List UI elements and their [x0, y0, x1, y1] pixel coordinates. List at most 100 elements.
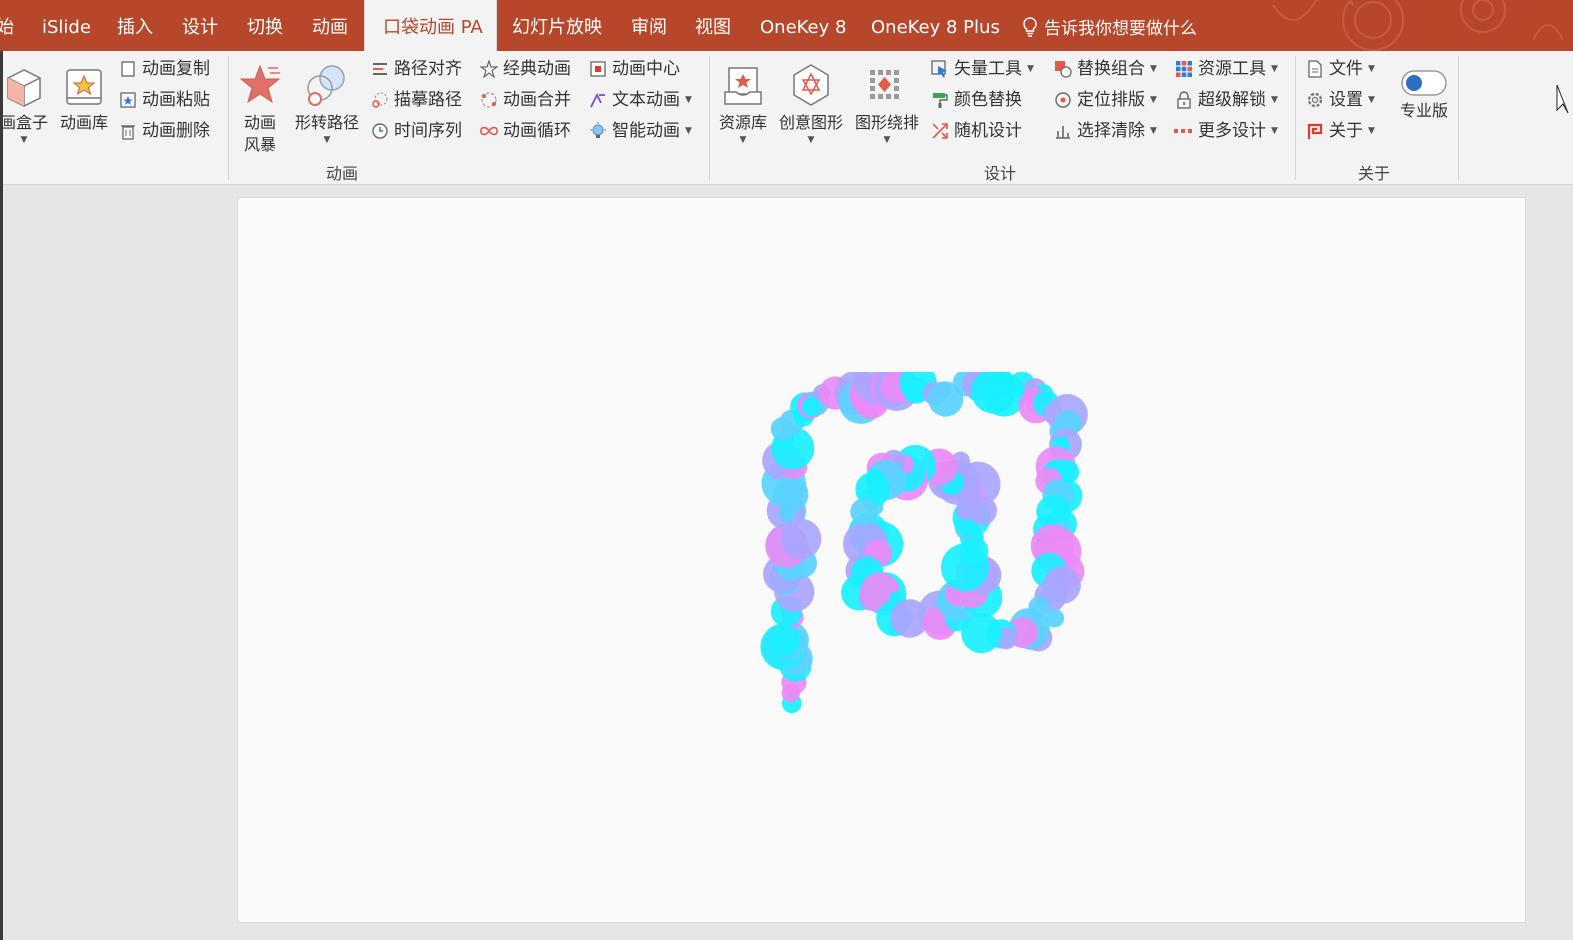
tell-me-search[interactable]: 告诉我你想要做什么 [1022, 0, 1197, 51]
tab-transitions[interactable]: 切换 [247, 0, 283, 51]
more-design-button[interactable]: 更多设计 ▼ [1174, 118, 1278, 144]
artwork-bubble [769, 625, 800, 656]
animation-library-button[interactable]: 动画库 [56, 58, 112, 134]
text-animation-button[interactable]: 文本动画 ▼ [588, 87, 692, 113]
color-replace-button[interactable]: 颜色替换 [930, 87, 1022, 113]
chevron-down-icon: ▼ [1150, 126, 1157, 136]
vector-tool-button[interactable]: 矢量工具 ▼ [930, 56, 1034, 82]
tab-review[interactable]: 审阅 [631, 0, 667, 51]
time-sequence-button[interactable]: 时间序列 [370, 118, 462, 144]
chevron-down-icon: ▼ [685, 126, 692, 136]
tab-design[interactable]: 设计 [182, 0, 218, 51]
chevron-down-icon: ▼ [1150, 64, 1157, 74]
pa-logo-circle-artwork[interactable] [760, 372, 1100, 734]
ribbon-tab-bar: 始 iSlide 插入 设计 切换 动画 口袋动画 PA 幻灯片放映 审阅 视图… [0, 0, 1573, 51]
about-button[interactable]: 关于 ▼ [1305, 118, 1375, 144]
chevron-down-icon: ▼ [739, 135, 747, 145]
infinity-icon [479, 121, 499, 141]
super-unlock-button[interactable]: 超级解锁 ▼ [1174, 87, 1278, 113]
separator [228, 56, 229, 180]
chevron-down-icon: ▼ [883, 135, 891, 145]
pa-logo-icon [1305, 121, 1325, 141]
bulb-icon [588, 121, 608, 141]
trace-path-button[interactable]: 描摹路径 [370, 87, 462, 113]
separator [1458, 56, 1459, 180]
tell-me-text: 告诉我你想要做什么 [1044, 19, 1197, 39]
chevron-down-icon: ▼ [1027, 64, 1034, 74]
grid-tiles-icon [1174, 59, 1194, 79]
copy-animation-button[interactable]: 动画复制 [118, 56, 210, 82]
storm-star-icon [236, 58, 284, 108]
smart-animation-button[interactable]: 智能动画 ▼ [588, 118, 692, 144]
paint-roller-icon [930, 90, 950, 110]
chevron-down-icon: ▼ [1368, 126, 1375, 136]
shape-wrap-button[interactable]: 图形绕排 ▼ [851, 58, 923, 146]
tab-onekey8-plus[interactable]: OneKey 8 Plus [871, 0, 1000, 51]
paste-animation-button[interactable]: 动画粘贴 [118, 87, 210, 113]
resource-library-icon [714, 58, 772, 108]
shape-to-path-button[interactable]: 形转路径 ▼ [290, 58, 364, 146]
tab-onekey8[interactable]: OneKey 8 [760, 0, 846, 51]
tab-view[interactable]: 视图 [695, 0, 731, 51]
hexagon-star-icon [775, 58, 847, 108]
gear-icon [1305, 90, 1325, 110]
chevron-down-icon: ▼ [20, 135, 28, 145]
paste-icon [118, 90, 138, 110]
clock-icon [370, 121, 390, 141]
replace-shapes-icon [1053, 59, 1073, 79]
tab-home[interactable]: 始 [0, 0, 14, 51]
random-design-button[interactable]: 随机设计 [930, 118, 1022, 144]
trash-icon [118, 121, 138, 141]
merge-animation-button[interactable]: 动画合并 [479, 87, 571, 113]
star-card-icon [56, 58, 112, 108]
window-left-edge [0, 51, 3, 940]
path-align-button[interactable]: 路径对齐 [370, 56, 462, 82]
file-icon [1305, 59, 1325, 79]
tab-slideshow[interactable]: 幻灯片放映 [512, 0, 602, 51]
animation-storm-button[interactable]: 动画 风暴 [236, 58, 284, 156]
copy-icon [118, 59, 138, 79]
resource-tool-button[interactable]: 资源工具 ▼ [1174, 56, 1278, 82]
chevron-down-icon: ▼ [1368, 95, 1375, 105]
center-square-icon [588, 59, 608, 79]
position-layout-button[interactable]: 定位排版 ▼ [1053, 87, 1157, 113]
separator [709, 56, 710, 180]
classic-animation-button[interactable]: 经典动画 [479, 56, 571, 82]
replace-combine-button[interactable]: 替换组合 ▼ [1053, 56, 1157, 82]
vector-cursor-icon [930, 59, 950, 79]
creative-shape-button[interactable]: 创意图形 ▼ [775, 58, 847, 146]
group-label-about: 关于 [1358, 164, 1391, 183]
box-icon [0, 58, 52, 108]
toggle-switch-icon [1394, 58, 1454, 96]
tab-insert[interactable]: 插入 [117, 0, 153, 51]
chevron-down-icon: ▼ [807, 135, 815, 145]
box-button[interactable]: 画盒子 ▼ [0, 58, 52, 146]
tab-pocket-animation[interactable]: 口袋动画 PA [364, 0, 497, 51]
artwork-bubble [770, 417, 795, 441]
delete-animation-button[interactable]: 动画删除 [118, 118, 210, 144]
tab-animations[interactable]: 动画 [312, 0, 348, 51]
group-label-animation: 动画 [326, 164, 359, 183]
trace-icon [370, 90, 390, 110]
merge-icon [479, 90, 499, 110]
more-dots-icon [1174, 121, 1194, 141]
select-clear-button[interactable]: 选择清除 ▼ [1053, 118, 1157, 144]
pro-edition-toggle[interactable]: 专业版 [1394, 58, 1454, 122]
mouse-cursor-icon [1556, 84, 1569, 114]
file-menu-button[interactable]: 文件 ▼ [1305, 56, 1375, 82]
lock-icon [1174, 90, 1194, 110]
shape-path-icon [290, 58, 364, 108]
lightbulb-icon [1023, 17, 1037, 37]
chevron-down-icon: ▼ [1271, 126, 1278, 136]
select-bars-icon [1053, 121, 1073, 141]
shuffle-icon [930, 121, 950, 141]
resource-library-button[interactable]: 资源库 ▼ [714, 58, 772, 146]
target-icon [1053, 90, 1073, 110]
loop-animation-button[interactable]: 动画循环 [479, 118, 571, 144]
settings-button[interactable]: 设置 ▼ [1305, 87, 1375, 113]
tab-islide[interactable]: iSlide [42, 0, 91, 51]
artwork-bubble [850, 498, 878, 526]
animation-center-button[interactable]: 动画中心 [588, 56, 680, 82]
star-icon [479, 59, 499, 79]
chevron-down-icon: ▼ [1368, 64, 1375, 74]
